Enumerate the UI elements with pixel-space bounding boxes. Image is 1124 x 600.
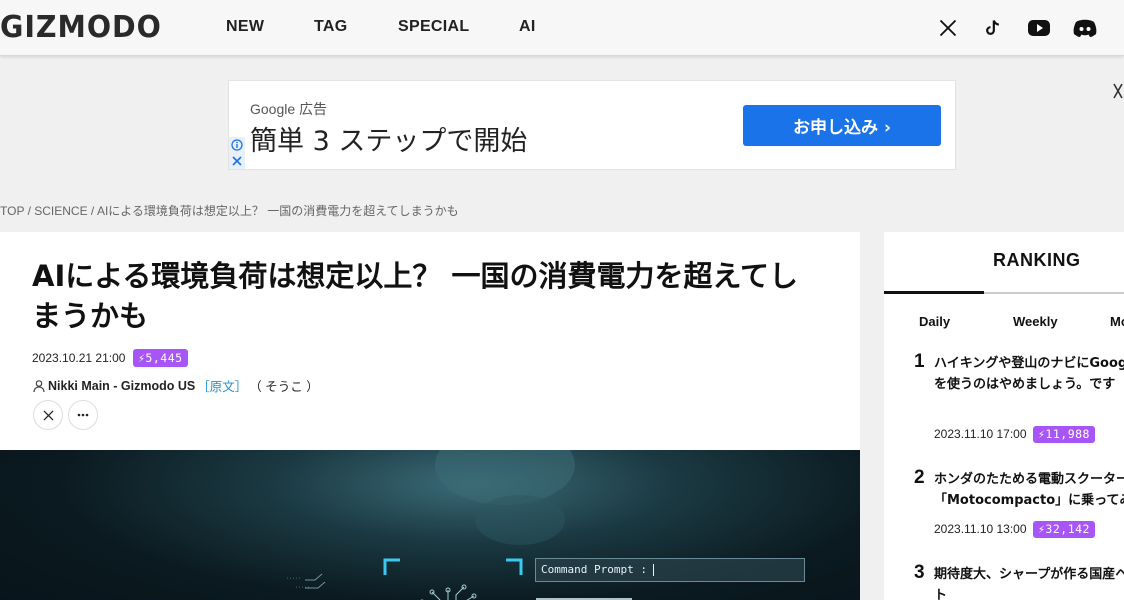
- ranking-tab-indicator: [884, 291, 984, 294]
- ranking-item-date: 2023.11.10 17:00: [934, 427, 1027, 441]
- hero-image: ····· ····· Command Prompt :: [0, 450, 860, 600]
- ranking-item-title[interactable]: ホンダのたためる電動スクーター「Motocompacto」に乗ってみた: [934, 469, 1124, 511]
- command-prompt-text: Command Prompt :: [541, 563, 647, 576]
- nav-new[interactable]: NEW: [226, 18, 264, 36]
- ad-dismiss-icon[interactable]: [229, 153, 245, 169]
- ranking-item-title[interactable]: ハイキングや登山のナビにGoogleマップを使うのはやめましょう。です: [934, 353, 1124, 395]
- tab-monthly[interactable]: Monthly: [1110, 314, 1124, 329]
- nav-ai[interactable]: AI: [519, 18, 536, 36]
- tab-weekly[interactable]: Weekly: [1013, 314, 1058, 329]
- ad-label: Google 広告: [250, 101, 328, 117]
- ranking-title: RANKING: [884, 250, 1124, 271]
- original-article-link[interactable]: ［原文］: [197, 376, 247, 395]
- user-icon: [33, 379, 45, 392]
- breadcrumb-science[interactable]: SCIENCE: [34, 204, 87, 218]
- view-count-badge: ⚡32,142: [1033, 521, 1095, 538]
- site-header: GIZMODO NEW TAG SPECIAL AI: [0, 0, 1124, 56]
- site-logo[interactable]: GIZMODO: [0, 10, 162, 45]
- ranking-number: 1: [914, 351, 925, 372]
- more-options-button[interactable]: [68, 400, 98, 430]
- ranking-item-title[interactable]: 期待度大、シャープが作る国産ヘッドセット: [934, 564, 1124, 600]
- ad-cta-button[interactable]: お申し込み ›: [743, 105, 941, 146]
- author-name[interactable]: Nikki Main - Gizmodo US: [48, 379, 195, 393]
- ad-info-icon[interactable]: [229, 137, 245, 153]
- ranking-item[interactable]: 1 ハイキングや登山のナビにGoogleマップを使うのはやめましょう。です 20…: [884, 351, 1124, 451]
- x-icon[interactable]: [935, 15, 961, 41]
- breadcrumb-separator: /: [24, 204, 35, 218]
- article-card: AIによる環境負荷は想定以上？ 一国の消費電力を超えてしまうかも 2023.10…: [0, 232, 860, 600]
- article-title: AIによる環境負荷は想定以上？ 一国の消費電力を超えてしまうかも: [32, 259, 799, 333]
- close-icon[interactable]: [1112, 82, 1124, 102]
- ranking-number: 2: [914, 467, 925, 488]
- ad-headline[interactable]: 簡単 3 ステップで開始: [250, 119, 527, 158]
- share-x-button[interactable]: [33, 400, 63, 430]
- ranking-item[interactable]: 3 期待度大、シャープが作る国産ヘッドセット: [884, 562, 1124, 600]
- ad-banner[interactable]: Google 広告 簡単 3 ステップで開始 お申し込み ›: [228, 80, 956, 170]
- ranking-item-date: 2023.11.10 13:00: [934, 522, 1027, 536]
- youtube-icon[interactable]: [1026, 15, 1052, 41]
- ranking-number: 3: [914, 562, 925, 583]
- breadcrumb-separator: /: [87, 204, 97, 218]
- view-count-badge: ⚡11,988: [1033, 426, 1095, 443]
- breadcrumb-current: AIによる環境負荷は想定以上？ 一国の消費電力を超えてしまうかも: [96, 204, 459, 218]
- article-author: Nikki Main - Gizmodo US ［原文］ （ そうこ ）: [32, 376, 319, 395]
- translator-name: （ そうこ ）: [249, 380, 319, 394]
- ranking-panel: RANKING Daily Weekly Monthly 1 ハイキングや登山の…: [884, 232, 1124, 600]
- nav-special[interactable]: SPECIAL: [398, 18, 469, 36]
- ranking-divider: [984, 292, 1124, 294]
- command-prompt-overlay: Command Prompt :: [535, 558, 805, 582]
- discord-icon[interactable]: [1072, 15, 1098, 41]
- nav-tag[interactable]: TAG: [314, 18, 348, 36]
- tiktok-icon[interactable]: [980, 15, 1006, 41]
- breadcrumb: TOP / SCIENCE / AIによる環境負荷は想定以上？ 一国の消費電力を…: [0, 202, 459, 219]
- breadcrumb-top[interactable]: TOP: [0, 204, 24, 218]
- ranking-item[interactable]: 2 ホンダのたためる電動スクーター「Motocompacto」に乗ってみた 20…: [884, 467, 1124, 547]
- view-count-badge: ⚡5,445: [133, 349, 188, 367]
- tab-daily[interactable]: Daily: [919, 314, 950, 329]
- ranking-title-text: RANKING: [993, 250, 1081, 270]
- svg-text:·····: ·····: [286, 576, 301, 582]
- article-date: 2023.10.21 21:00: [32, 351, 126, 365]
- svg-text:·····: ·····: [295, 585, 310, 591]
